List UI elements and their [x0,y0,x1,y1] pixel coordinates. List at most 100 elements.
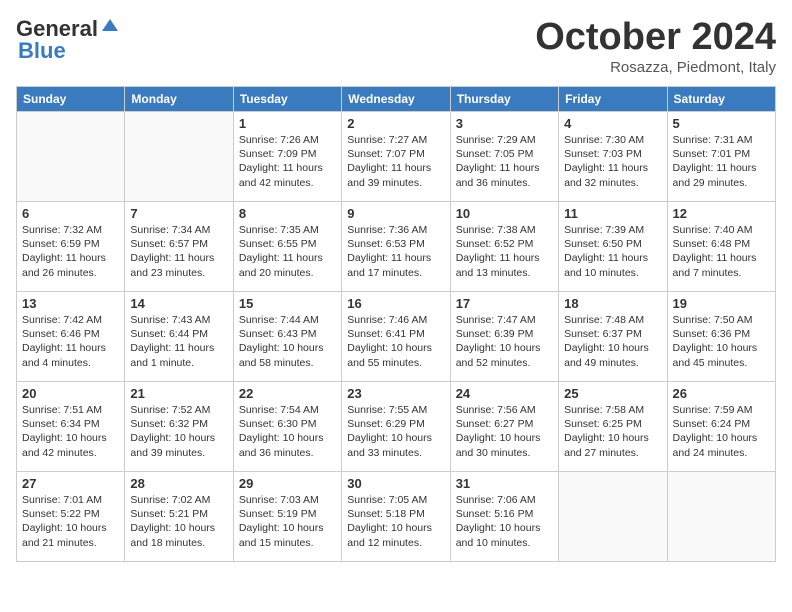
calendar-cell [667,472,775,562]
calendar-week-row: 6Sunrise: 7:32 AMSunset: 6:59 PMDaylight… [17,202,776,292]
calendar-week-row: 20 Sunrise: 7:51 AMSunset: 6:34 PMDayligh… [17,382,776,472]
location: Rosazza, Piedmont, Italy [535,59,776,76]
cell-info: Sunrise: 7:58 AMSunset: 6:25 PMDaylight:… [564,403,661,460]
cell-info: Sunrise: 7:36 AMSunset: 6:53 PMDaylight:… [347,223,444,280]
cell-info: Sunrise: 7:44 AMSunset: 6:43 PMDaylight:… [239,313,336,370]
cell-info: Sunrise: 7:42 AMSunset: 6:46 PMDaylight:… [22,313,119,370]
cell-info: Sunrise: 7:02 AMSunset: 5:21 PMDaylight:… [130,493,227,550]
calendar-cell: 4 Sunrise: 7:30 AMSunset: 7:03 PMDaylight… [559,112,667,202]
cell-date-number: 19 [673,296,770,311]
cell-date-number: 22 [239,386,336,401]
cell-info: Sunrise: 7:52 AMSunset: 6:32 PMDaylight:… [130,403,227,460]
cell-info: Sunrise: 7:55 AMSunset: 6:29 PMDaylight:… [347,403,444,460]
cell-info: Sunrise: 7:27 AMSunset: 7:07 PMDaylight:… [347,133,444,190]
cell-date-number: 18 [564,296,661,311]
cell-info: Sunrise: 7:48 AMSunset: 6:37 PMDaylight:… [564,313,661,370]
cell-info: Sunrise: 7:50 AMSunset: 6:36 PMDaylight:… [673,313,770,370]
calendar-cell [17,112,125,202]
cell-info: Sunrise: 7:54 AMSunset: 6:30 PMDaylight:… [239,403,336,460]
cell-date-number: 15 [239,296,336,311]
cell-info: Sunrise: 7:47 AMSunset: 6:39 PMDaylight:… [456,313,553,370]
cell-info: Sunrise: 7:34 AMSunset: 6:57 PMDaylight:… [130,223,227,280]
cell-date-number: 21 [130,386,227,401]
calendar-cell: 14 Sunrise: 7:43 AMSunset: 6:44 PMDayligh… [125,292,233,382]
logo-icon [100,17,120,37]
weekday-header-row: SundayMondayTuesdayWednesdayThursdayFrid… [17,87,776,112]
calendar-table: SundayMondayTuesdayWednesdayThursdayFrid… [16,86,776,562]
cell-info: Sunrise: 7:59 AMSunset: 6:24 PMDaylight:… [673,403,770,460]
calendar-week-row: 1 Sunrise: 7:26 AMSunset: 7:09 PMDaylight… [17,112,776,202]
calendar-cell: 6Sunrise: 7:32 AMSunset: 6:59 PMDaylight… [17,202,125,292]
cell-info: Sunrise: 7:40 AMSunset: 6:48 PMDaylight:… [673,223,770,280]
cell-date-number: 9 [347,206,444,221]
calendar-cell: 26 Sunrise: 7:59 AMSunset: 6:24 PMDayligh… [667,382,775,472]
cell-info: Sunrise: 7:06 AMSunset: 5:16 PMDaylight:… [456,493,553,550]
cell-info: Sunrise: 7:05 AMSunset: 5:18 PMDaylight:… [347,493,444,550]
calendar-cell: 18 Sunrise: 7:48 AMSunset: 6:37 PMDayligh… [559,292,667,382]
cell-info: Sunrise: 7:01 AMSunset: 5:22 PMDaylight:… [22,493,119,550]
cell-info: Sunrise: 7:46 AMSunset: 6:41 PMDaylight:… [347,313,444,370]
calendar-week-row: 27 Sunrise: 7:01 AMSunset: 5:22 PMDayligh… [17,472,776,562]
cell-info: Sunrise: 7:30 AMSunset: 7:03 PMDaylight:… [564,133,661,190]
cell-date-number: 29 [239,476,336,491]
calendar-cell: 13 Sunrise: 7:42 AMSunset: 6:46 PMDayligh… [17,292,125,382]
calendar-cell: 11Sunrise: 7:39 AMSunset: 6:50 PMDayligh… [559,202,667,292]
calendar-cell: 9 Sunrise: 7:36 AMSunset: 6:53 PMDaylight… [342,202,450,292]
weekday-header: Thursday [450,87,558,112]
calendar-cell: 20 Sunrise: 7:51 AMSunset: 6:34 PMDayligh… [17,382,125,472]
calendar-cell: 24Sunrise: 7:56 AMSunset: 6:27 PMDayligh… [450,382,558,472]
calendar-cell: 16Sunrise: 7:46 AMSunset: 6:41 PMDayligh… [342,292,450,382]
calendar-cell: 17 Sunrise: 7:47 AMSunset: 6:39 PMDayligh… [450,292,558,382]
cell-date-number: 13 [22,296,119,311]
cell-date-number: 4 [564,116,661,131]
title-section: October 2024 Rosazza, Piedmont, Italy [535,16,776,76]
calendar-cell: 29 Sunrise: 7:03 AMSunset: 5:19 PMDayligh… [233,472,341,562]
weekday-header: Sunday [17,87,125,112]
cell-date-number: 17 [456,296,553,311]
page-header: General Blue October 2024 Rosazza, Piedm… [16,16,776,76]
cell-date-number: 25 [564,386,661,401]
cell-date-number: 11 [564,206,661,221]
calendar-cell: 7Sunrise: 7:34 AMSunset: 6:57 PMDaylight… [125,202,233,292]
cell-info: Sunrise: 7:56 AMSunset: 6:27 PMDaylight:… [456,403,553,460]
cell-date-number: 2 [347,116,444,131]
calendar-cell [559,472,667,562]
cell-info: Sunrise: 7:29 AMSunset: 7:05 PMDaylight:… [456,133,553,190]
cell-date-number: 31 [456,476,553,491]
calendar-cell: 30 Sunrise: 7:05 AMSunset: 5:18 PMDayligh… [342,472,450,562]
cell-date-number: 3 [456,116,553,131]
cell-info: Sunrise: 7:35 AMSunset: 6:55 PMDaylight:… [239,223,336,280]
cell-info: Sunrise: 7:26 AMSunset: 7:09 PMDaylight:… [239,133,336,190]
cell-date-number: 26 [673,386,770,401]
cell-date-number: 14 [130,296,227,311]
calendar-cell: 3 Sunrise: 7:29 AMSunset: 7:05 PMDaylight… [450,112,558,202]
cell-info: Sunrise: 7:51 AMSunset: 6:34 PMDaylight:… [22,403,119,460]
calendar-cell: 15 Sunrise: 7:44 AMSunset: 6:43 PMDayligh… [233,292,341,382]
calendar-cell [125,112,233,202]
calendar-cell: 22 Sunrise: 7:54 AMSunset: 6:30 PMDayligh… [233,382,341,472]
cell-date-number: 1 [239,116,336,131]
cell-info: Sunrise: 7:38 AMSunset: 6:52 PMDaylight:… [456,223,553,280]
cell-date-number: 30 [347,476,444,491]
calendar-cell: 5 Sunrise: 7:31 AMSunset: 7:01 PMDaylight… [667,112,775,202]
calendar-cell: 19 Sunrise: 7:50 AMSunset: 6:36 PMDayligh… [667,292,775,382]
calendar-cell: 23 Sunrise: 7:55 AMSunset: 6:29 PMDayligh… [342,382,450,472]
cell-info: Sunrise: 7:43 AMSunset: 6:44 PMDaylight:… [130,313,227,370]
cell-date-number: 27 [22,476,119,491]
cell-date-number: 5 [673,116,770,131]
cell-date-number: 23 [347,386,444,401]
calendar-cell: 8Sunrise: 7:35 AMSunset: 6:55 PMDaylight… [233,202,341,292]
calendar-cell: 10 Sunrise: 7:38 AMSunset: 6:52 PMDayligh… [450,202,558,292]
cell-date-number: 20 [22,386,119,401]
cell-info: Sunrise: 7:31 AMSunset: 7:01 PMDaylight:… [673,133,770,190]
logo: General Blue [16,16,120,64]
calendar-cell: 2 Sunrise: 7:27 AMSunset: 7:07 PMDaylight… [342,112,450,202]
weekday-header: Monday [125,87,233,112]
cell-date-number: 12 [673,206,770,221]
calendar-cell: 25 Sunrise: 7:58 AMSunset: 6:25 PMDayligh… [559,382,667,472]
cell-date-number: 10 [456,206,553,221]
cell-date-number: 6 [22,206,119,221]
calendar-cell: 31 Sunrise: 7:06 AMSunset: 5:16 PMDayligh… [450,472,558,562]
cell-info: Sunrise: 7:03 AMSunset: 5:19 PMDaylight:… [239,493,336,550]
weekday-header: Saturday [667,87,775,112]
